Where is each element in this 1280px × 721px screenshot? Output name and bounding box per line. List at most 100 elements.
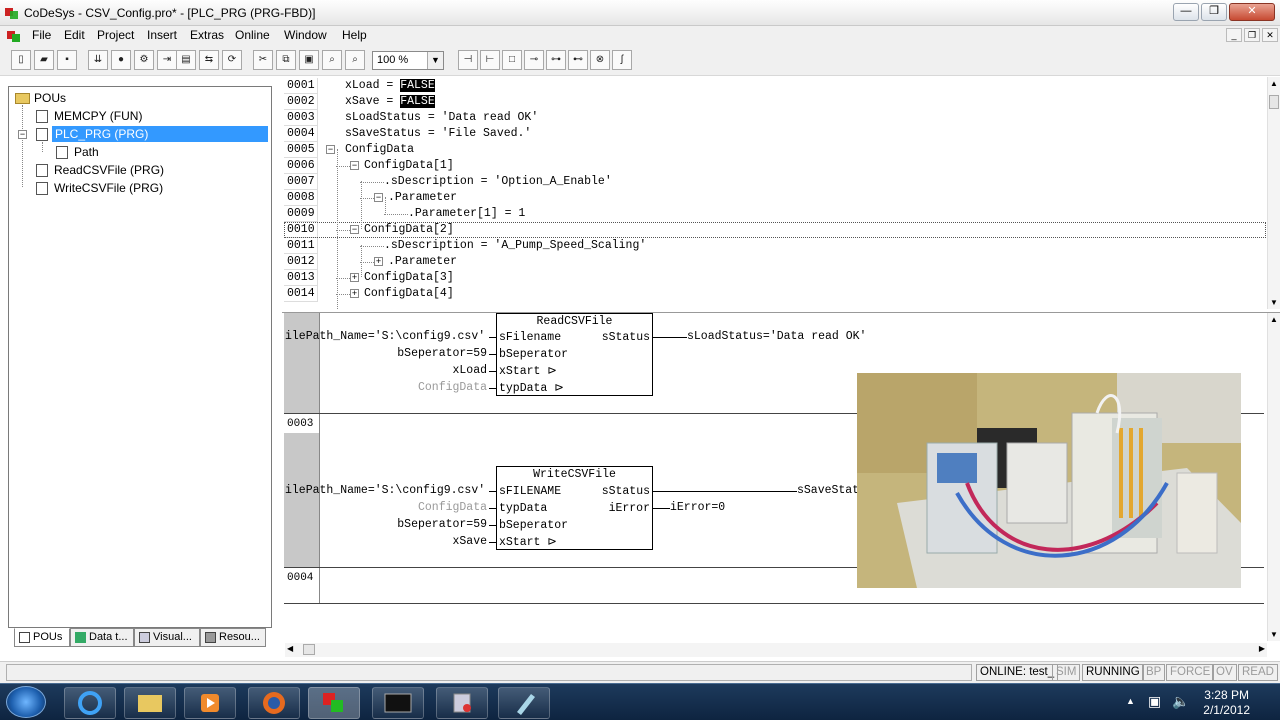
scroll-up-icon[interactable]: ▲ — [1270, 79, 1278, 88]
code-line[interactable]: xSave = FALSE — [345, 94, 435, 110]
open-folder-icon[interactable]: ▰ — [34, 50, 54, 70]
scroll-up-icon[interactable]: ▲ — [1270, 315, 1278, 324]
menu-insert[interactable]: Insert — [147, 28, 177, 42]
taskbar-command-prompt[interactable] — [372, 687, 424, 719]
document-icon[interactable] — [6, 28, 22, 44]
code-line[interactable]: .sDescription = 'A_Pump_Speed_Scaling' — [384, 238, 646, 254]
collapse-icon[interactable]: − — [374, 193, 383, 202]
scroll-down-icon[interactable]: ▼ — [1270, 630, 1278, 639]
tree-item-plc-prg[interactable]: PLC_PRG (PRG) — [52, 126, 268, 142]
scroll-thumb[interactable] — [303, 644, 315, 655]
tree-item-readcsvfile[interactable]: ReadCSVFile (PRG) — [54, 162, 164, 178]
tree-item-path[interactable]: Path — [74, 144, 99, 160]
zoom-select[interactable]: 100 % ▼ — [372, 51, 444, 70]
write-input-xsave[interactable]: xSave — [452, 534, 487, 550]
scroll-down-icon[interactable]: ▼ — [1270, 298, 1278, 307]
menu-file[interactable]: File — [32, 28, 51, 42]
code-line[interactable]: sLoadStatus = 'Data read OK' — [345, 110, 538, 126]
fbd-contact-icon[interactable]: ⊸ — [524, 50, 544, 70]
volume-icon[interactable]: 🔈 — [1172, 693, 1189, 710]
tab-visualizations[interactable]: Visual... — [134, 628, 200, 647]
menu-project[interactable]: Project — [97, 28, 134, 42]
code-line[interactable]: ConfigData[3] — [364, 270, 454, 286]
fbd-coil-icon[interactable]: ⊶ — [546, 50, 566, 70]
fbd-scrollbar[interactable]: ▲ ▼ — [1267, 313, 1280, 641]
fbd-output-icon[interactable]: ⊢ — [480, 50, 500, 70]
code-line[interactable]: ConfigData[2] — [364, 222, 454, 238]
write-input-configdata[interactable]: ConfigData — [418, 500, 487, 516]
expand-icon[interactable]: + — [374, 257, 383, 266]
menu-window[interactable]: Window — [284, 28, 327, 42]
collapse-icon[interactable]: − — [326, 145, 335, 154]
copy-icon[interactable]: ⧉ — [276, 50, 296, 70]
declaration-editor[interactable]: 0001 xLoad = FALSE 0002 xSave = FALSE 0003 sL… — [282, 77, 1280, 313]
read-input-separator[interactable]: bSeperator=59 — [397, 346, 487, 362]
code-line[interactable]: .sDescription = 'Option_A_Enable' — [384, 174, 612, 190]
save-icon[interactable]: ▪ — [57, 50, 77, 70]
code-line[interactable]: .Parameter[1] = 1 — [408, 206, 525, 222]
tree-root-pous[interactable]: POUs — [34, 90, 66, 106]
fbd-negate-icon[interactable]: ʃ — [612, 50, 632, 70]
tab-resources[interactable]: Resou... — [200, 628, 266, 647]
declaration-scrollbar[interactable]: ▲ ▼ — [1267, 77, 1280, 309]
network-icon[interactable]: ▣ — [1148, 693, 1161, 710]
build-icon[interactable]: ⇊ — [88, 50, 108, 70]
write-output-ierror[interactable]: iError=0 — [670, 500, 725, 516]
fbd-input-icon[interactable]: ⊣ — [458, 50, 478, 70]
taskbar-firefox[interactable] — [248, 687, 300, 719]
paste-icon[interactable]: ▣ — [299, 50, 319, 70]
write-input-filename[interactable]: ilePath_Name='S:\config9.csv' — [285, 483, 485, 499]
new-file-icon[interactable]: ▯ — [11, 50, 31, 70]
login-icon[interactable]: ⚙ — [134, 50, 154, 70]
code-line[interactable]: sSaveStatus = 'File Saved.' — [345, 126, 531, 142]
maximize-button[interactable]: ❐ — [1201, 3, 1227, 21]
fbd-jump-icon[interactable]: ⊷ — [568, 50, 588, 70]
scroll-right-icon[interactable]: ▶ — [1259, 644, 1265, 653]
scroll-thumb[interactable] — [1269, 95, 1279, 109]
run-icon[interactable]: ▤ — [176, 50, 196, 70]
logout-icon[interactable]: ⇥ — [157, 50, 177, 70]
collapse-icon[interactable]: − — [350, 225, 359, 234]
code-line[interactable]: ConfigData[1] — [364, 158, 454, 174]
fbd-return-icon[interactable]: ⊗ — [590, 50, 610, 70]
code-line[interactable]: ConfigData — [345, 142, 414, 158]
taskbar-explorer[interactable] — [124, 687, 176, 719]
code-line[interactable]: xLoad = FALSE — [345, 78, 435, 94]
taskbar-notes[interactable] — [498, 687, 550, 719]
mdi-close-button[interactable]: ✕ — [1262, 28, 1278, 42]
stop-icon[interactable]: ● — [111, 50, 131, 70]
cycle-icon[interactable]: ⟳ — [222, 50, 242, 70]
tree-item-writecsvfile[interactable]: WriteCSVFile (PRG) — [54, 180, 163, 196]
collapse-icon[interactable]: − — [18, 130, 27, 139]
menu-edit[interactable]: Edit — [64, 28, 85, 42]
taskbar-media-player[interactable] — [184, 687, 236, 719]
menu-online[interactable]: Online — [235, 28, 270, 42]
cut-icon[interactable]: ✂ — [253, 50, 273, 70]
find-icon[interactable]: ⌕ — [322, 50, 342, 70]
read-input-filename[interactable]: ilePath_Name='S:\config9.csv' — [285, 329, 485, 345]
read-input-xload[interactable]: xLoad — [452, 363, 487, 379]
system-clock[interactable]: 3:28 PM 2/1/2012 — [1203, 688, 1250, 718]
scroll-left-icon[interactable]: ◀ — [287, 644, 293, 653]
taskbar-network-tool[interactable] — [436, 687, 488, 719]
code-line[interactable]: .Parameter — [388, 190, 457, 206]
code-line[interactable]: .Parameter — [388, 254, 457, 270]
menu-extras[interactable]: Extras — [190, 28, 224, 42]
fbd-horizontal-scrollbar[interactable]: ◀ ▶ — [285, 643, 1267, 657]
expand-icon[interactable]: + — [350, 289, 359, 298]
minimize-button[interactable]: — — [1173, 3, 1199, 21]
tree-item-memcpy[interactable]: MEMCPY (FUN) — [54, 108, 142, 124]
find-next-icon[interactable]: ⌕ — [345, 50, 365, 70]
online-value[interactable]: FALSE — [400, 79, 435, 92]
taskbar-internet-explorer[interactable] — [64, 687, 116, 719]
code-line[interactable]: ConfigData[4] — [364, 286, 454, 302]
start-button[interactable] — [6, 686, 46, 718]
mdi-minimize-button[interactable]: _ — [1226, 28, 1242, 42]
fbd-box-icon[interactable]: □ — [502, 50, 522, 70]
step-icon[interactable]: ⇆ — [199, 50, 219, 70]
read-output-status[interactable]: sLoadStatus='Data read OK' — [687, 329, 866, 345]
expand-icon[interactable]: + — [350, 273, 359, 282]
write-output-status[interactable]: sSaveStat — [797, 483, 859, 499]
collapse-icon[interactable]: − — [350, 161, 359, 170]
read-input-configdata[interactable]: ConfigData — [418, 380, 487, 396]
